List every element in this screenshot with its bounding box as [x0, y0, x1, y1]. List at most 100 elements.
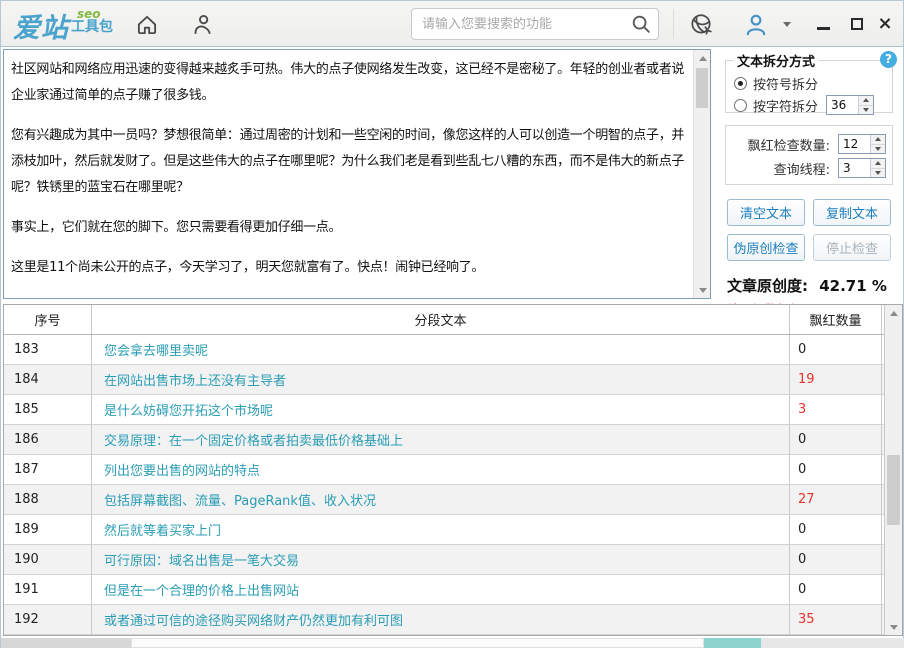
hscroll-accent-segment: [704, 638, 761, 648]
stop-check-button[interactable]: 停止检查: [813, 234, 891, 261]
column-header-text[interactable]: 分段文本: [92, 305, 790, 334]
table-row[interactable]: 186 交易原理：在一个固定价格或者拍卖最低价格基础上 0: [4, 425, 902, 455]
maximize-icon: [851, 18, 863, 30]
search-box: [411, 8, 659, 40]
search-input[interactable]: [412, 17, 630, 32]
editor-scrollbar-thumb[interactable]: [696, 68, 708, 108]
table-row[interactable]: 187 列出您要出售的网站的特点 0: [4, 455, 902, 485]
row-red-count: 0: [790, 575, 882, 604]
editor-paragraph: 社区网站和网络应用迅速的变得越来越炙手可热。伟大的点子使网络发生改变，这已经不是…: [11, 57, 689, 109]
article-textarea[interactable]: 社区网站和网络应用迅速的变得越来越炙手可热。伟大的点子使网络发生改变，这已经不是…: [3, 49, 711, 299]
column-header-count[interactable]: 飘红数量: [790, 305, 882, 334]
app-window: 爱站 seo 工具包: [0, 0, 904, 648]
editor-paragraph: 事实上，它们就在您的脚下。您只需要看得更加仔细一点。: [11, 215, 689, 241]
row-segment-text[interactable]: 但是在一个合理的价格上出售网站: [92, 575, 790, 604]
table-row[interactable]: 192 或者通过可信的途径购买网络财产仍然更加有利可图 35: [4, 605, 902, 635]
editor-paragraph: 这里是11个尚未公开的点子，今天学习了，明天您就富有了。快点！闹钟已经响了。: [11, 255, 689, 281]
row-red-count: 35: [790, 605, 882, 634]
radio-icon[interactable]: [734, 99, 747, 112]
originality-value: 42.71 %: [819, 277, 887, 295]
originality-check-button[interactable]: 伪原创检查: [727, 234, 805, 261]
table-row[interactable]: 184 在网站出售市场上还没有主导者 19: [4, 365, 902, 395]
spinner-down-icon[interactable]: [859, 105, 873, 115]
scroll-up-icon[interactable]: [694, 50, 711, 66]
app-logo: 爱站 seo 工具包: [13, 6, 113, 45]
spinner-down-icon[interactable]: [871, 168, 885, 178]
split-mode-title: 文本拆分方式: [734, 51, 818, 70]
table-row[interactable]: 188 包括屏幕截图、流量、PageRank值、收入状况 27: [4, 485, 902, 515]
row-segment-text[interactable]: 交易原理：在一个固定价格或者拍卖最低价格基础上: [92, 425, 790, 454]
spinner-up-icon[interactable]: [871, 135, 885, 144]
table-row[interactable]: 190 可行原因：域名出售是一笔大交易 0: [4, 545, 902, 575]
row-segment-text[interactable]: 或者通过可信的途径购买网络财产仍然更加有利可图: [92, 605, 790, 634]
row-red-count: 0: [790, 425, 882, 454]
copy-text-button[interactable]: 复制文本: [813, 199, 891, 226]
clear-text-button[interactable]: 清空文本: [727, 199, 805, 226]
column-header-index[interactable]: 序号: [4, 305, 92, 334]
radio-icon[interactable]: [734, 77, 747, 90]
table-scrollbar[interactable]: [884, 305, 902, 635]
row-segment-text[interactable]: 在网站出售市场上还没有主导者: [92, 365, 790, 394]
row-red-count: 0: [790, 455, 882, 484]
row-segment-text[interactable]: 可行原因：域名出售是一笔大交易: [92, 545, 790, 574]
row-red-count: 19: [790, 365, 882, 394]
magnifier-icon[interactable]: [630, 13, 652, 35]
maximize-button[interactable]: [845, 14, 869, 34]
row-segment-text[interactable]: 包括屏幕截图、流量、PageRank值、收入状况: [92, 485, 790, 514]
radio-split-by-symbol[interactable]: 按符号拆分: [734, 72, 886, 94]
table-row[interactable]: 189 然后就等着买家上门 0: [4, 515, 902, 545]
question-mark-icon[interactable]: ?: [880, 51, 897, 68]
spinner-up-icon[interactable]: [859, 96, 873, 105]
row-index: 191: [4, 575, 92, 604]
char-split-spinner[interactable]: 36: [826, 95, 874, 115]
settings-panel: ? 文本拆分方式 按符号拆分 按字符拆分 36: [715, 47, 903, 301]
scroll-up-icon[interactable]: [885, 305, 902, 321]
hscroll-thumb[interactable]: [131, 638, 704, 648]
table-row[interactable]: 191 但是在一个合理的价格上出售网站 0: [4, 575, 902, 605]
row-red-count: 0: [790, 515, 882, 544]
row-index: 189: [4, 515, 92, 544]
close-button[interactable]: ×: [873, 14, 897, 34]
row-red-count: 27: [790, 485, 882, 514]
globe-icon[interactable]: [688, 12, 714, 38]
editor-text[interactable]: 社区网站和网络应用迅速的变得越来越炙手可热。伟大的点子使网络发生改变，这已经不是…: [4, 50, 693, 298]
row-segment-text[interactable]: 是什么妨碍您开拓这个市场呢: [92, 395, 790, 424]
radio-split-by-char[interactable]: 按字符拆分 36: [734, 94, 886, 116]
spinner-down-icon[interactable]: [871, 144, 885, 154]
row-red-count: 0: [790, 335, 882, 364]
table-row[interactable]: 185 是什么妨碍您开拓这个市场呢 3: [4, 395, 902, 425]
scroll-down-icon[interactable]: [885, 619, 902, 635]
segments-table: 序号 分段文本 飘红数量 183 您会拿去哪里卖呢 0 184 在网站出售市场上…: [3, 304, 903, 636]
chevron-down-icon[interactable]: [783, 22, 791, 27]
red-check-spinner[interactable]: 12: [838, 134, 886, 154]
action-buttons: 清空文本 复制文本 伪原创检查 停止检查: [727, 199, 891, 261]
row-index: 187: [4, 455, 92, 484]
table-row[interactable]: 183 您会拿去哪里卖呢 0: [4, 335, 902, 365]
originality-label: 文章原创度:: [727, 277, 808, 295]
minimize-button[interactable]: [811, 14, 835, 34]
table-scrollbar-thumb[interactable]: [887, 455, 900, 525]
split-mode-group: 文本拆分方式 按符号拆分 按字符拆分 36: [725, 51, 893, 113]
logo-text-main: 爱站: [13, 6, 69, 45]
row-index: 188: [4, 485, 92, 514]
row-segment-text[interactable]: 列出您要出售的网站的特点: [92, 455, 790, 484]
title-bar: 爱站 seo 工具包: [1, 1, 903, 47]
row-index: 190: [4, 545, 92, 574]
row-index: 183: [4, 335, 92, 364]
scroll-down-icon[interactable]: [694, 282, 711, 298]
horizontal-scrollbar[interactable]: [1, 638, 904, 648]
thread-spinner[interactable]: 3: [838, 158, 886, 178]
row-segment-text[interactable]: 然后就等着买家上门: [92, 515, 790, 544]
logo-text-sub: 工具包: [71, 20, 113, 34]
home-icon[interactable]: [134, 12, 160, 38]
thread-count-row: 查询线程: 3: [734, 156, 886, 180]
row-red-count: 3: [790, 395, 882, 424]
editor-scrollbar[interactable]: [693, 50, 710, 298]
row-segment-text[interactable]: 您会拿去哪里卖呢: [92, 335, 790, 364]
user-icon[interactable]: [743, 12, 769, 38]
person-outline-icon[interactable]: [189, 12, 215, 38]
spinner-up-icon[interactable]: [871, 159, 885, 168]
editor-paragraph: 您有兴趣成为其中一员吗？梦想很简单：通过周密的计划和一些空闲的时间，像您这样的人…: [11, 123, 689, 201]
row-index: 192: [4, 605, 92, 634]
query-settings-group: 飘红检查数量: 12 查询线程: 3: [725, 125, 893, 185]
